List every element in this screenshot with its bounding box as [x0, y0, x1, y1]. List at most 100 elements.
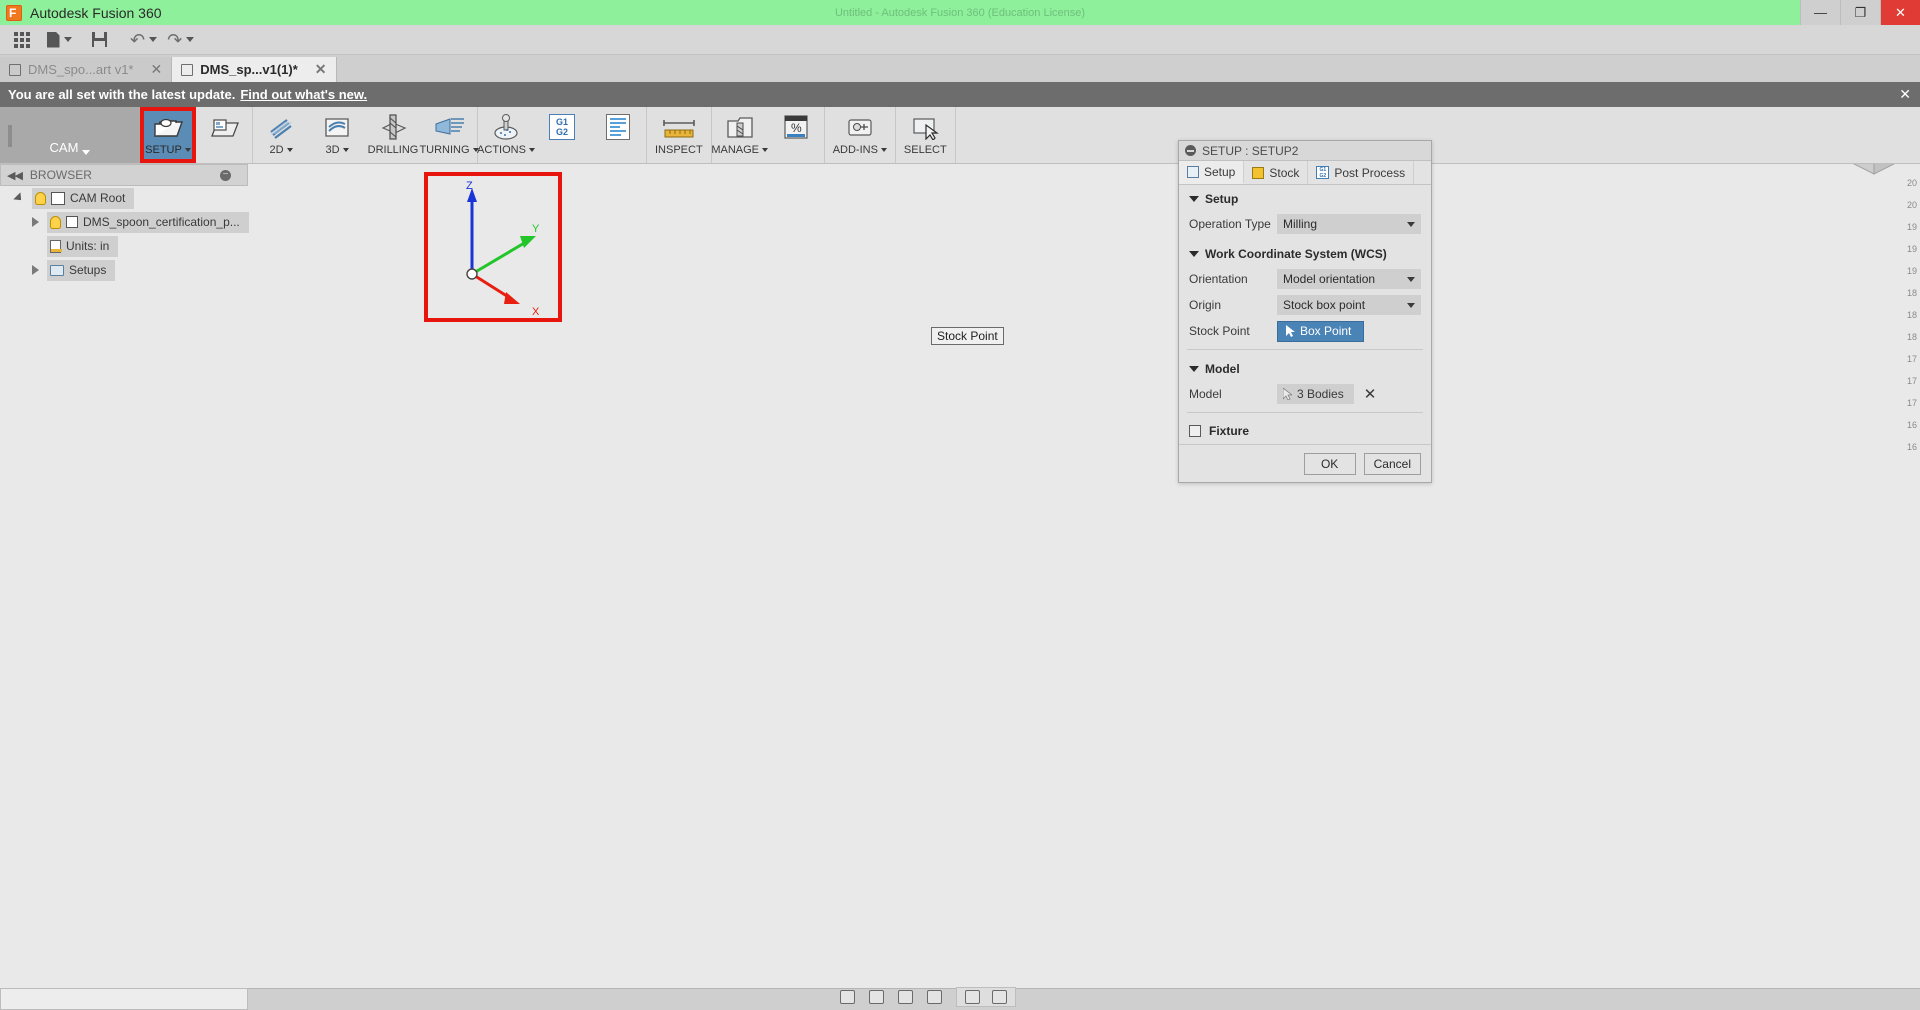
chevron-down-icon[interactable]: [1189, 196, 1199, 202]
display-settings-group[interactable]: [956, 987, 1016, 1007]
tree-item-units[interactable]: Units: in: [0, 234, 248, 258]
ribbon-button-addins[interactable]: ADD-INS: [825, 107, 895, 163]
ribbon-button-setup-sheet[interactable]: [196, 107, 252, 163]
clear-selection-icon[interactable]: ✕: [1364, 385, 1377, 403]
ribbon-label: ADD-INS: [833, 144, 887, 156]
save-icon[interactable]: [86, 26, 112, 54]
units-doc-icon: [50, 239, 62, 253]
browser-header[interactable]: ◀◀ BROWSER −: [0, 164, 248, 186]
chevron-down-icon[interactable]: [1189, 366, 1199, 372]
workspace-switcher[interactable]: CAM: [0, 107, 140, 163]
ok-button[interactable]: OK: [1303, 452, 1356, 475]
ribbon-button-manage[interactable]: MANAGE: [711, 107, 769, 163]
orientation-select[interactable]: Model orientation: [1277, 269, 1421, 289]
tab-setup[interactable]: Setup: [1179, 161, 1245, 184]
ribbon-button-3d[interactable]: 3D: [309, 107, 365, 163]
document-tab-bar[interactable]: DMS_spo...art v1* ✕ DMS_sp...v1(1)* ✕: [0, 55, 1920, 82]
undo-icon[interactable]: ↶: [130, 26, 158, 54]
visibility-bulb-icon[interactable]: [35, 191, 46, 205]
close-icon[interactable]: ✕: [151, 61, 163, 78]
minus-circle-icon[interactable]: [1185, 145, 1196, 156]
notification-message: You are all set with the latest update.: [8, 87, 236, 102]
document-cube-icon: [181, 63, 194, 76]
ribbon-group-inspect: INSPECT: [647, 107, 712, 163]
quick-access-toolbar[interactable]: ↶ ↷ Julie Kumar ?: [0, 25, 1920, 74]
visibility-bulb-icon[interactable]: [50, 215, 61, 229]
ribbon-button-inspect[interactable]: INSPECT: [647, 107, 711, 163]
section-header-model[interactable]: Model: [1179, 355, 1431, 381]
box-point-button[interactable]: Box Point: [1277, 320, 1365, 342]
zoom-icon[interactable]: [898, 990, 913, 1004]
chevron-down-icon[interactable]: [1407, 276, 1415, 282]
double-left-chevron-icon[interactable]: ◀◀: [7, 169, 23, 182]
timeline-panel[interactable]: [0, 988, 248, 1010]
tree-item-cam-root[interactable]: CAM Root: [0, 186, 248, 210]
fixture-checkbox[interactable]: [1189, 425, 1201, 437]
field-model[interactable]: Model 3 Bodies ✕: [1179, 381, 1431, 407]
orbit-icon[interactable]: [840, 990, 855, 1004]
ribbon-button-2d[interactable]: 2D: [253, 107, 309, 163]
close-icon[interactable]: ✕: [315, 61, 327, 78]
field-origin[interactable]: Origin Stock box point: [1179, 292, 1431, 318]
dialog-tab-bar[interactable]: Setup Stock G1 G2 Post Process: [1179, 161, 1431, 185]
3d-toolpath-icon: [320, 113, 354, 141]
select-value: Model orientation: [1283, 272, 1376, 286]
tab-post-process[interactable]: G1 G2 Post Process: [1308, 161, 1415, 184]
model-selection-chip[interactable]: 3 Bodies: [1277, 384, 1354, 404]
ribbon-button-select[interactable]: SELECT: [896, 107, 955, 163]
tree-item-setups[interactable]: Setups: [0, 258, 248, 282]
ribbon-button-feed-speed[interactable]: %: [768, 107, 824, 163]
notification-link[interactable]: Find out what's new.: [240, 87, 367, 102]
section-header-wcs[interactable]: Work Coordinate System (WCS): [1179, 237, 1431, 266]
grid-icon[interactable]: [992, 990, 1007, 1004]
app-grid-icon[interactable]: [4, 26, 30, 54]
ribbon-button-setup-sheet-list[interactable]: [590, 107, 646, 163]
window-controls[interactable]: — ❐ ✕: [1800, 0, 1920, 25]
document-tab-2[interactable]: DMS_sp...v1(1)* ✕: [172, 57, 337, 82]
tab-stock[interactable]: Stock: [1244, 161, 1309, 184]
operation-type-select[interactable]: Milling: [1277, 214, 1421, 234]
navigation-bar[interactable]: [840, 986, 1016, 1008]
close-button[interactable]: ✕: [1880, 0, 1920, 25]
tree-item-model-body[interactable]: DMS_spoon_certification_p...: [0, 210, 249, 234]
field-operation-type[interactable]: Operation Type Milling: [1179, 211, 1431, 237]
chevron-down-icon[interactable]: [82, 150, 91, 155]
cancel-button[interactable]: Cancel: [1363, 452, 1421, 475]
field-orientation[interactable]: Orientation Model orientation: [1179, 266, 1431, 292]
expander-open-icon[interactable]: [13, 192, 25, 204]
chevron-down-icon[interactable]: [1407, 302, 1415, 308]
ribbon-group-addins: ADD-INS: [825, 107, 896, 163]
ribbon-label: TURNING: [419, 144, 479, 156]
new-document-icon[interactable]: [46, 26, 72, 54]
redo-icon[interactable]: ↷: [167, 26, 195, 54]
notification-close-icon[interactable]: ✕: [1899, 86, 1911, 103]
ribbon-button-drilling[interactable]: DRILLING: [365, 107, 421, 163]
ribbon-button-post-process[interactable]: G1 G2: [534, 107, 590, 163]
expander-closed-icon[interactable]: [32, 217, 39, 227]
ribbon-button-setup[interactable]: SETUP: [140, 107, 196, 163]
display-icon[interactable]: [965, 990, 980, 1004]
browser-panel[interactable]: ◀◀ BROWSER − CAM Root DMS_spoon_certific…: [0, 164, 249, 282]
percent-icon: %: [779, 113, 813, 141]
field-stock-point[interactable]: Stock Point Box Point: [1179, 318, 1431, 344]
minimize-button[interactable]: —: [1800, 0, 1840, 25]
chevron-down-icon[interactable]: [1407, 221, 1415, 227]
ribbon-button-actions[interactable]: ACTIONS: [477, 107, 535, 163]
maximize-button[interactable]: ❐: [1840, 0, 1880, 25]
viewport-canvas[interactable]: [0, 164, 1920, 1010]
field-label: Orientation: [1189, 272, 1248, 286]
pan-icon[interactable]: [869, 990, 884, 1004]
minus-circle-icon[interactable]: −: [220, 169, 231, 181]
expander-closed-icon[interactable]: [32, 265, 39, 275]
document-tab-1[interactable]: DMS_spo...art v1* ✕: [0, 57, 173, 82]
ribbon-toolbar[interactable]: CAM SETUP 2D 3D DRILLING TURNING ACTIONS…: [0, 107, 1920, 164]
fit-icon[interactable]: [927, 990, 942, 1004]
select-value: Milling: [1283, 217, 1318, 231]
chevron-down-icon[interactable]: [1189, 251, 1199, 257]
origin-select[interactable]: Stock box point: [1277, 295, 1421, 315]
ribbon-button-turning[interactable]: TURNING: [419, 107, 479, 163]
field-fixture[interactable]: Fixture: [1179, 418, 1431, 444]
dialog-title-bar: SETUP : SETUP2: [1179, 141, 1431, 161]
section-header-setup[interactable]: Setup: [1179, 185, 1431, 211]
setup-dialog[interactable]: SETUP : SETUP2 Setup Stock G1 G2 Post Pro…: [1178, 140, 1432, 483]
